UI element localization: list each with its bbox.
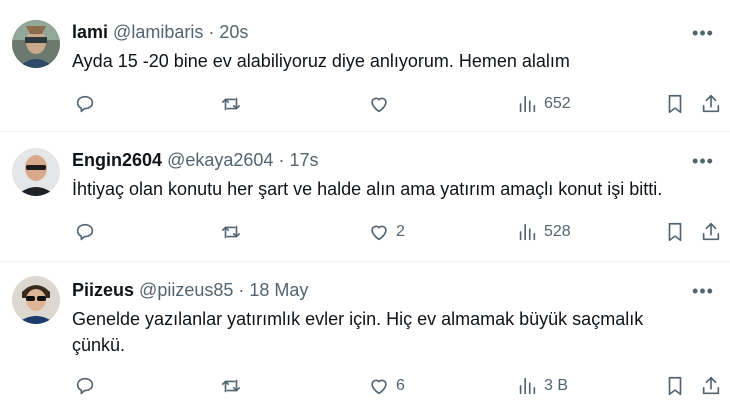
tweet[interactable]: lami @lamibaris · 20s ••• Ayda 15 -20 bi… xyxy=(0,0,730,132)
retweet-icon xyxy=(221,225,241,239)
retweet-icon xyxy=(221,379,241,393)
share-button[interactable] xyxy=(700,218,722,246)
view-count: 3 B xyxy=(544,377,569,394)
reply-button[interactable] xyxy=(74,218,102,246)
retweet-button[interactable] xyxy=(220,372,248,400)
share-icon xyxy=(702,376,720,395)
views-button[interactable]: 652 xyxy=(516,90,571,118)
avatar[interactable] xyxy=(12,276,60,324)
avatar[interactable] xyxy=(12,20,60,68)
like-button[interactable]: 2 xyxy=(368,218,405,246)
tweet-text: Ayda 15 -20 bine ev alabiliyoruz diye an… xyxy=(72,51,570,71)
tweet-header: lami @lamibaris · 20s xyxy=(72,20,248,44)
user-handle[interactable]: @ekaya2604 xyxy=(167,150,273,170)
like-icon xyxy=(371,97,387,113)
bookmark-icon xyxy=(668,94,682,114)
tweet-header: Piizeus @piizeus85 · 18 May xyxy=(72,278,308,302)
avatar[interactable] xyxy=(12,148,60,196)
separator-dot: · xyxy=(208,22,215,42)
bookmark-button[interactable] xyxy=(664,218,686,246)
action-bar: 6 3 B xyxy=(72,372,720,400)
more-icon[interactable]: ••• xyxy=(690,24,716,46)
timestamp[interactable]: 20s xyxy=(219,22,248,42)
views-icon xyxy=(519,95,536,113)
share-button[interactable] xyxy=(700,372,722,400)
display-name[interactable]: Piizeus xyxy=(72,280,134,300)
tweet-text: İhtiyaç olan konutu her şart ve halde al… xyxy=(72,179,663,199)
retweet-button[interactable] xyxy=(220,90,248,118)
share-button[interactable] xyxy=(700,90,722,118)
more-icon[interactable]: ••• xyxy=(690,152,716,174)
views-button[interactable]: 528 xyxy=(516,218,571,246)
views-button[interactable]: 3 B xyxy=(516,372,568,400)
display-name[interactable]: Engin2604 xyxy=(72,150,162,170)
like-icon xyxy=(371,225,387,241)
view-count: 652 xyxy=(544,95,571,112)
views-icon xyxy=(519,223,536,241)
like-icon xyxy=(371,379,387,395)
tweet-header: Engin2604 @ekaya2604 · 17s xyxy=(72,148,318,172)
more-icon[interactable]: ••• xyxy=(690,282,716,304)
reply-button[interactable] xyxy=(74,90,102,118)
reply-icon xyxy=(76,223,94,241)
action-bar: 2 528 xyxy=(72,218,720,246)
retweet-icon xyxy=(221,97,241,111)
share-icon xyxy=(702,94,720,113)
separator-dot: · xyxy=(238,280,245,300)
views-icon xyxy=(519,377,536,395)
retweet-button[interactable] xyxy=(220,218,248,246)
user-handle[interactable]: @piizeus85 xyxy=(139,280,233,300)
bookmark-icon xyxy=(668,376,682,396)
like-button[interactable]: 6 xyxy=(368,372,405,400)
view-count: 528 xyxy=(544,223,571,240)
like-count: 6 xyxy=(396,377,405,394)
like-button[interactable] xyxy=(368,90,396,118)
separator-dot: · xyxy=(278,150,285,170)
bookmark-button[interactable] xyxy=(664,372,686,400)
share-icon xyxy=(702,222,720,241)
tweet[interactable]: Piizeus @piizeus85 · 18 May ••• Genelde … xyxy=(0,262,730,420)
timestamp[interactable]: 17s xyxy=(289,150,318,170)
reply-icon xyxy=(76,377,94,395)
display-name[interactable]: lami xyxy=(72,22,108,42)
bookmark-button[interactable] xyxy=(664,90,686,118)
action-bar: 652 xyxy=(72,90,720,118)
tweet-text: Genelde yazılanlar yatırımlık evler için… xyxy=(72,309,644,355)
tweet[interactable]: Engin2604 @ekaya2604 · 17s ••• İhtiyaç o… xyxy=(0,132,730,262)
timestamp[interactable]: 18 May xyxy=(249,280,308,300)
reply-button[interactable] xyxy=(74,372,102,400)
user-handle[interactable]: @lamibaris xyxy=(113,22,203,42)
reply-icon xyxy=(76,95,94,113)
bookmark-icon xyxy=(668,222,682,242)
like-count: 2 xyxy=(396,223,405,240)
